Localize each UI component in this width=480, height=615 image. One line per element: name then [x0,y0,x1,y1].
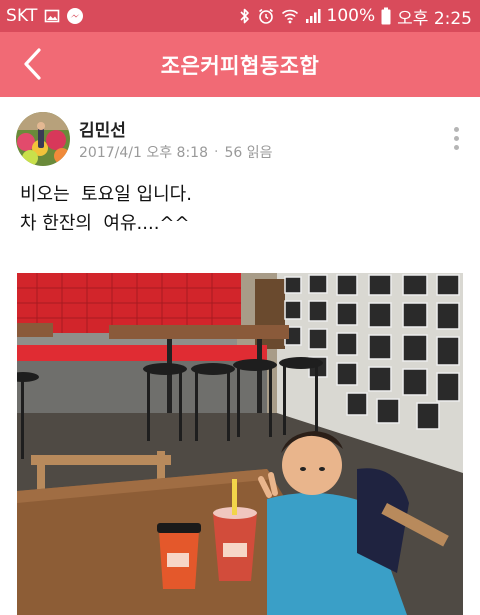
app-header: 조은커피협동조합 [0,32,480,97]
post-date: 2017/4/1 오후 8:18 [79,145,208,161]
more-vertical-icon [453,126,459,150]
meta-separator: · [213,144,219,160]
image-notification-icon [44,8,60,24]
wifi-icon [281,8,299,24]
post-body: 비오는 토요일 입니다. 차 한잔의 여유....^^ [20,180,460,238]
back-button[interactable] [8,40,56,88]
clock: 오후 2:25 [397,8,472,29]
view-count: 56 읽음 [224,145,273,161]
post-photo[interactable] [17,273,463,615]
post-meta: 2017/4/1 오후 8:18 · 56 읽음 [79,142,272,162]
author-name[interactable]: 김민선 [79,116,126,141]
signal-icon [305,8,321,24]
chevron-left-icon [24,48,41,80]
post-author: 김민선 2017/4/1 오후 8:18 · 56 읽음 [16,112,468,168]
more-options-button[interactable] [444,120,468,156]
post-body-line: 비오는 토요일 입니다. [20,184,192,205]
bluetooth-icon [239,7,251,25]
messenger-icon [66,7,84,25]
page-title: 조은커피협동조합 [160,53,320,78]
battery-level: 100% [326,6,376,26]
status-left: SKT [6,6,84,26]
alarm-icon [257,7,275,25]
post-body-line: 차 한잔의 여유....^^ [20,213,190,234]
avatar[interactable] [16,112,70,166]
battery-icon [381,7,391,25]
status-bar: SKT 100% 오후 2:25 [0,0,480,32]
carrier-label: SKT [6,6,38,26]
status-right: 100% 오후 2:25 [239,4,472,29]
